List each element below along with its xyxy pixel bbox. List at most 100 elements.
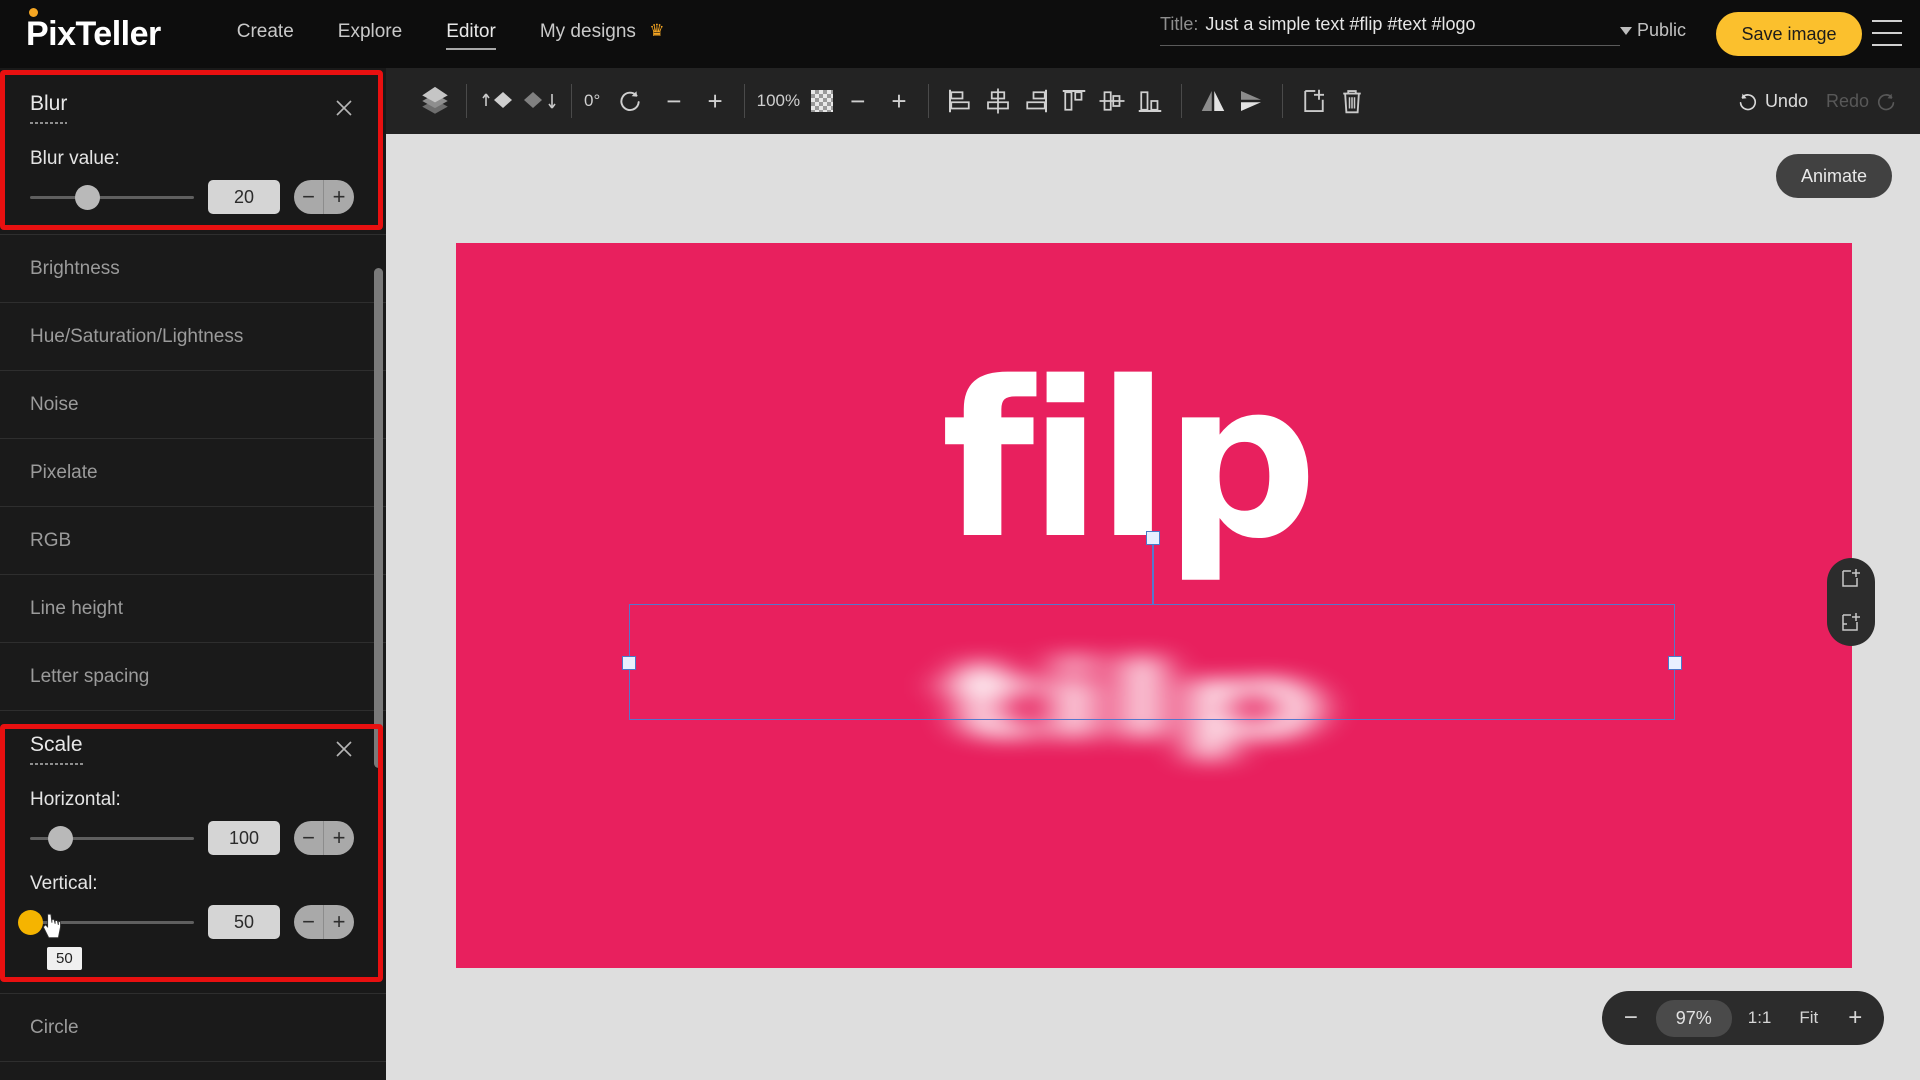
hamburger-line [1872,20,1902,22]
rotation-increase-button[interactable]: + [698,88,731,114]
animate-button[interactable]: Animate [1776,154,1892,198]
close-icon[interactable] [332,96,356,120]
zoom-in-button[interactable]: + [1834,1006,1876,1030]
checkerboard-icon[interactable] [811,90,834,112]
zoom-one-to-one-button[interactable]: 1:1 [1736,1008,1784,1028]
page-actions-panel [1827,558,1875,646]
blur-value-label: Blur value: [30,148,120,169]
align-bottom-icon[interactable] [1131,78,1169,124]
blur-increase-button[interactable]: + [324,180,354,214]
opacity-value: 100% [756,91,801,110]
opacity-control: 100% − + [757,88,916,114]
undo-button[interactable]: Undo [1736,90,1808,112]
trash-icon[interactable] [1333,78,1371,124]
zoom-level-value[interactable]: 97% [1655,999,1732,1037]
effect-label: Letter spacing [30,665,150,687]
align-top-icon[interactable] [1055,78,1093,124]
align-middle-vertical-icon[interactable] [1093,78,1131,124]
canvas-text-top[interactable]: filp [941,353,1318,568]
nav-link-explore[interactable]: Explore [338,21,402,48]
artboard[interactable]: filp tilp [456,243,1852,968]
duplicate-page-icon[interactable] [1839,610,1863,639]
duplicate-icon[interactable] [1295,78,1333,124]
top-navigation-bar: PixTeller Create Explore Editor My desig… [0,0,1920,68]
layers-icon[interactable] [416,78,454,124]
flip-vertical-icon[interactable] [1232,78,1270,124]
crown-icon: ♛ [649,21,665,41]
effect-row-pixelate[interactable]: Pixelate [0,438,386,506]
nav-link-my-designs[interactable]: My designs ♛ [540,21,665,48]
toolbar-separator [466,84,467,118]
nav-link-create[interactable]: Create [237,21,294,48]
rotate-icon[interactable] [611,78,649,124]
selection-box[interactable] [622,604,1682,720]
align-right-icon[interactable] [1017,78,1055,124]
scale-horizontal-stepper: − + [294,821,354,855]
effect-row-line-height[interactable]: Line height [0,574,386,642]
blur-slider-track[interactable] [30,184,194,210]
add-page-icon[interactable] [1839,566,1863,595]
opacity-increase-button[interactable]: + [882,88,915,114]
visibility-selector[interactable]: Public [1620,20,1686,41]
rotation-control: 0° − + [584,78,732,124]
zoom-fit-button[interactable]: Fit [1787,1008,1830,1028]
blur-value-input[interactable]: 20 [208,180,280,214]
close-icon[interactable] [332,737,356,761]
effect-row-concave[interactable]: Concave [0,1061,386,1080]
scale-horizontal-label: Horizontal: [30,789,121,810]
sidebar-scrollbar[interactable] [374,268,383,768]
blur-panel-header: Blur [30,74,356,130]
effect-label: RGB [30,529,72,551]
redo-button[interactable]: Redo [1826,90,1898,112]
hamburger-line [1872,32,1902,34]
save-image-button[interactable]: Save image [1716,12,1862,56]
redo-icon [1877,93,1895,111]
align-left-icon[interactable] [941,78,979,124]
object-toolbar: 0° − + 100% − + Undo Redo [386,68,1920,134]
selection-handle-right[interactable] [1668,656,1682,670]
rotation-line [1152,543,1154,605]
selection-handle-left[interactable] [622,656,636,670]
effect-row-letter-spacing[interactable]: Letter spacing [0,642,386,710]
bring-forward-icon[interactable] [479,78,519,124]
scale-vertical-input[interactable]: 50 [208,905,280,939]
effect-row-rgb[interactable]: RGB [0,506,386,574]
nav-link-create-label: Create [236,20,294,42]
hamburger-icon[interactable] [1872,20,1902,46]
blur-decrease-button[interactable]: − [294,180,324,214]
toolbar-separator [571,84,572,118]
scale-horizontal-decrease-button[interactable]: − [294,821,324,855]
scale-vertical-decrease-button[interactable]: − [294,905,324,939]
effect-row-brightness[interactable]: Brightness [0,234,386,302]
zoom-out-button[interactable]: − [1610,1006,1652,1030]
scale-vertical-stepper: − + [294,905,354,939]
main-nav-links: Create Explore Editor My designs ♛ [237,21,665,50]
brand-logo[interactable]: PixTeller [26,8,161,53]
nav-link-editor[interactable]: Editor [446,21,496,50]
send-backward-icon[interactable] [519,78,559,124]
toolbar-separator [927,84,929,118]
effect-label: Hue/Saturation/Lightness [30,325,244,347]
rotation-handle[interactable] [1146,531,1160,545]
scale-horizontal-increase-button[interactable]: + [324,821,354,855]
scale-horizontal-input[interactable]: 100 [208,821,280,855]
canvas-workspace[interactable]: Animate filp tilp − 97% 1:1 Fit + [386,134,1920,1080]
zoom-control-bar: − 97% 1:1 Fit + [1602,991,1884,1045]
effect-row-hue-saturation-lightness[interactable]: Hue/Saturation/Lightness [0,302,386,370]
pixteller-editor: PixTeller Create Explore Editor My desig… [0,0,1920,1080]
effect-row-noise[interactable]: Noise [0,370,386,438]
align-center-horizontal-icon[interactable] [979,78,1017,124]
opacity-decrease-button[interactable]: − [841,88,874,114]
effect-row-circle[interactable]: Circle [0,993,386,1061]
flip-horizontal-icon[interactable] [1194,78,1232,124]
rotation-decrease-button[interactable]: − [657,88,690,114]
blur-slider-knob[interactable] [75,184,101,210]
scale-horizontal-slider-track[interactable] [30,825,194,851]
brand-logo-text: PixTeller [26,15,161,53]
scale-vertical-drag-tooltip: 50 [47,947,82,970]
blur-slider-row: 20 − + [30,180,356,214]
scale-horizontal-slider-knob[interactable] [47,825,73,851]
scale-vertical-increase-button[interactable]: + [324,905,354,939]
design-title-field[interactable]: Title: [1160,14,1620,46]
design-title-input[interactable] [1205,14,1606,35]
